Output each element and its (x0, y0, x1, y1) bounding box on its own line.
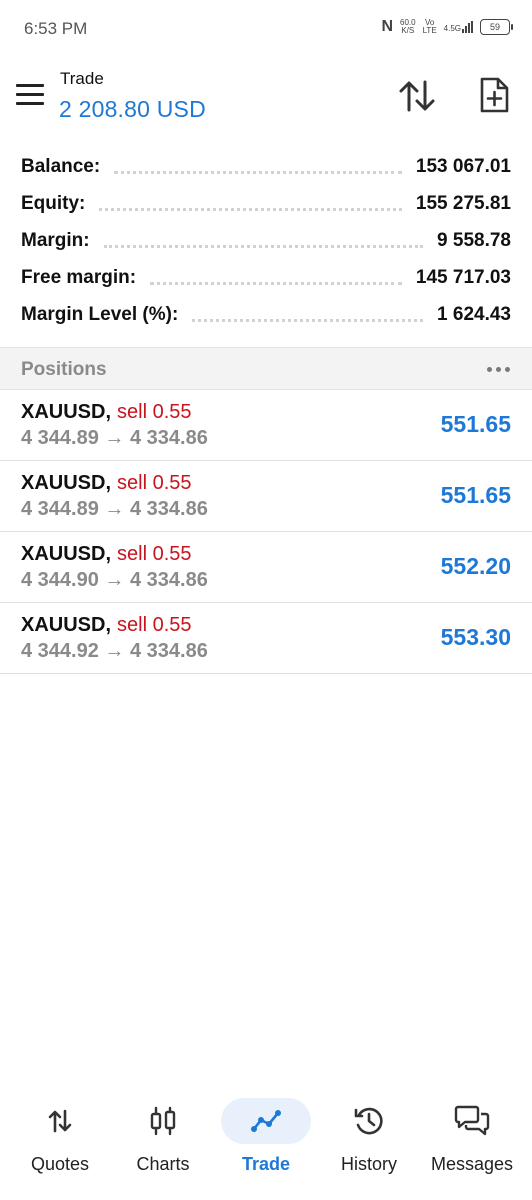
summary-label: Margin Level (%): (21, 303, 179, 325)
dotted-leader (114, 171, 402, 174)
nav-label-quotes: Quotes (30, 1154, 90, 1174)
summary-row-free-margin: Free margin: 145 717.03 (0, 259, 532, 296)
nav-item-messages[interactable]: Messages (419, 1090, 525, 1190)
nav-item-history[interactable]: History (316, 1090, 422, 1190)
dotted-leader (192, 319, 424, 322)
trade-icon (221, 1098, 311, 1144)
sort-icon[interactable] (398, 78, 436, 114)
position-prices: 4 344.92 → 4 334.86 (21, 640, 208, 662)
status-bar: 6:53 PM N 60.0 K/S Vo LTE 4.5G 59 (0, 0, 532, 58)
nav-label-trade: Trade (241, 1154, 291, 1174)
status-time: 6:53 PM (24, 19, 88, 38)
network-speed: 60.0 K/S (400, 19, 416, 35)
position-prices: 4 344.89 → 4 334.86 (21, 498, 208, 520)
quotes-icon (15, 1098, 105, 1144)
position-side: sell 0.55 (117, 614, 192, 636)
positions-section-header: Positions (0, 347, 532, 390)
summary-row-balance: Balance: 153 067.01 (0, 148, 532, 185)
summary-row-margin-level: Margin Level (%): 1 624.43 (0, 296, 532, 333)
history-icon (324, 1098, 414, 1144)
volte-bottom: LTE (422, 26, 437, 35)
summary-row-equity: Equity: 155 275.81 (0, 185, 532, 222)
nav-label-messages: Messages (430, 1154, 514, 1174)
summary-value: 1 624.43 (437, 303, 511, 325)
page-title: Trade (60, 69, 104, 88)
position-symbol: XAUUSD, (21, 614, 112, 636)
summary-value: 155 275.81 (415, 192, 511, 214)
status-icons: N 60.0 K/S Vo LTE 4.5G 59 (381, 18, 513, 36)
network-type: 4.5G (443, 24, 461, 33)
nav-item-quotes[interactable]: Quotes (7, 1090, 113, 1190)
position-prices: 4 344.89 → 4 334.86 (21, 427, 208, 449)
position-row[interactable]: XAUUSD, sell 0.55 4 344.89 → 4 334.86 55… (0, 390, 532, 461)
position-prices: 4 344.90 → 4 334.86 (21, 569, 208, 591)
battery-icon: 59 (480, 19, 513, 35)
position-profit: 551.65 (440, 411, 511, 437)
position-symbol: XAUUSD, (21, 401, 112, 423)
battery-level: 59 (489, 22, 500, 32)
positions-list: XAUUSD, sell 0.55 4 344.89 → 4 334.86 55… (0, 390, 532, 674)
summary-value: 9 558.78 (437, 229, 511, 251)
network-speed-unit: K/S (401, 26, 415, 35)
summary-value: 145 717.03 (415, 266, 511, 288)
dotted-leader (103, 245, 424, 248)
positions-title: Positions (21, 359, 107, 380)
volte-indicator: Vo LTE (423, 19, 437, 35)
position-row[interactable]: XAUUSD, sell 0.55 4 344.92 → 4 334.86 55… (0, 603, 532, 674)
nav-item-charts[interactable]: Charts (110, 1090, 216, 1190)
dotted-leader (99, 208, 402, 211)
account-summary: Balance: 153 067.01 Equity: 155 275.81 M… (0, 148, 532, 333)
nav-item-trade[interactable]: Trade (213, 1090, 319, 1190)
menu-icon[interactable] (16, 84, 44, 106)
position-profit: 552.20 (440, 553, 511, 579)
position-side: sell 0.55 (117, 472, 192, 494)
position-row[interactable]: XAUUSD, sell 0.55 4 344.89 → 4 334.86 55… (0, 461, 532, 532)
new-order-icon[interactable] (478, 76, 510, 114)
summary-row-margin: Margin: 9 558.78 (0, 222, 532, 259)
signal-indicator: 4.5G (444, 21, 473, 33)
bottom-navigation: Quotes Charts Trade History Messages (0, 1090, 532, 1200)
charts-icon (118, 1098, 208, 1144)
summary-label: Equity: (21, 192, 86, 214)
nfc-icon: N (381, 18, 393, 35)
nav-label-history: History (340, 1154, 397, 1174)
app-header: Trade 2 208.80 USD (0, 58, 532, 138)
summary-label: Free margin: (21, 266, 137, 288)
summary-label: Margin: (21, 229, 90, 251)
nav-label-charts: Charts (136, 1154, 190, 1174)
position-side: sell 0.55 (117, 401, 192, 423)
position-symbol: XAUUSD, (21, 543, 112, 565)
dotted-leader (150, 282, 402, 285)
more-options-icon[interactable] (487, 367, 510, 372)
summary-value: 153 067.01 (415, 155, 511, 177)
position-side: sell 0.55 (117, 543, 192, 565)
position-profit: 553.30 (440, 624, 511, 650)
signal-bars-icon (462, 21, 473, 33)
summary-label: Balance: (21, 155, 101, 177)
position-profit: 551.65 (440, 482, 511, 508)
position-symbol: XAUUSD, (21, 472, 112, 494)
header-balance: 2 208.80 USD (59, 96, 206, 122)
position-row[interactable]: XAUUSD, sell 0.55 4 344.90 → 4 334.86 55… (0, 532, 532, 603)
messages-icon (427, 1098, 517, 1144)
